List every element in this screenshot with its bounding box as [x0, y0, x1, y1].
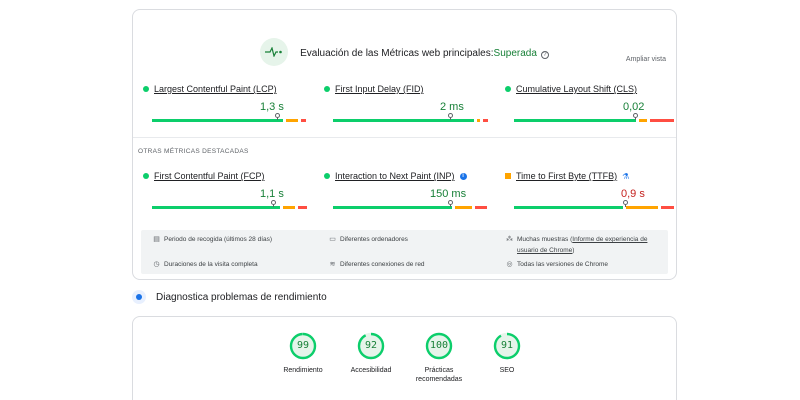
distribution-segment-average: [477, 119, 481, 122]
metric-fcp-value: 1,1 s: [260, 188, 284, 200]
distribution-segment-poor: [483, 119, 489, 122]
percentile-marker-icon: [632, 113, 638, 120]
metric-ttfb: Time to First Byte (TTFB) ⚗: [505, 171, 665, 181]
metric-inp-label[interactable]: Interaction to Next Paint (INP): [335, 171, 455, 181]
info-network: ≋ Diferentes conexiones de red: [329, 261, 425, 268]
users-icon: ⁂: [506, 236, 513, 243]
gauge-accessibility-label: Accesibilidad: [350, 367, 392, 374]
distribution-segment-good: [514, 119, 636, 122]
wifi-icon: ≋: [329, 261, 336, 268]
cwv-header: Evaluación de las Métricas web principal…: [133, 38, 676, 66]
distribution-segment-average: [286, 119, 298, 122]
info-duration: ◷ Duraciones de la visita completa: [153, 261, 258, 268]
gauge-accessibility-score: 92: [364, 340, 378, 351]
metric-fcp-label[interactable]: First Contentful Paint (FCP): [154, 171, 265, 181]
metric-ttfb-value: 0,9 s: [621, 188, 645, 200]
expand-view-link[interactable]: Ampliar vista: [626, 56, 666, 63]
info-period: ▤ Periodo de recogida (últimos 28 días): [153, 236, 273, 243]
gauge-best-practices-score: 100: [429, 340, 449, 351]
flask-icon: ⚗: [622, 171, 630, 181]
metric-inp-distribution-bar: [333, 200, 493, 209]
info-icon[interactable]: i: [459, 172, 467, 180]
gauge-performance-score: 99: [296, 340, 310, 351]
metric-ttfb-label[interactable]: Time to First Byte (TTFB): [516, 171, 617, 181]
gauge-best-practices[interactable]: 100 Prácticas recomendadas: [408, 332, 470, 384]
good-indicator-icon: [505, 86, 511, 92]
distribution-segment-average: [283, 206, 295, 209]
metric-inp: Interaction to Next Paint (INP) i: [324, 171, 484, 181]
metric-inp-value: 150 ms: [430, 188, 467, 200]
metric-fid-label[interactable]: First Input Delay (FID): [335, 84, 424, 94]
diagnose-icon: [132, 290, 146, 304]
metric-cls-value: 0,02: [623, 101, 645, 113]
info-samples: ⁂ Muchas muestras (Informe de experiencia…: [506, 236, 648, 254]
cwv-title: Evaluación de las Métricas web principal…: [300, 48, 494, 59]
other-metrics-heading: OTRAS MÉTRICAS DESTACADAS: [138, 148, 249, 155]
gauge-seo-label: SEO: [499, 367, 515, 374]
diagnose-title: Diagnostica problemas de rendimiento: [156, 291, 327, 303]
distribution-segment-good: [152, 119, 284, 122]
distribution-segment-average: [638, 119, 647, 122]
average-indicator-icon: [505, 173, 511, 179]
core-web-vitals-card: Evaluación de las Métricas web principal…: [132, 9, 677, 280]
distribution-segment-average: [626, 206, 659, 209]
pulse-icon: [260, 38, 289, 66]
lighthouse-scores-card: 99 Rendimiento 92 Accesibilidad 100 Prác…: [132, 316, 677, 400]
timer-icon: ◷: [153, 261, 160, 268]
gauge-performance-label: Rendimiento: [283, 367, 323, 374]
metric-fid-value: 2 ms: [440, 101, 464, 113]
percentile-marker-icon: [275, 113, 281, 120]
data-info-box: ▤ Periodo de recogida (últimos 28 días) ▭…: [141, 230, 668, 274]
metric-fid-distribution-bar: [333, 113, 493, 122]
metric-fid: First Input Delay (FID): [324, 84, 484, 94]
metric-fcp-distribution-bar: [152, 200, 312, 209]
section-divider: [133, 137, 676, 138]
good-indicator-icon: [143, 173, 149, 179]
metric-lcp-label[interactable]: Largest Contentful Paint (LCP): [154, 84, 277, 94]
distribution-segment-good: [333, 119, 474, 122]
metric-lcp-value: 1,3 s: [260, 101, 284, 113]
metric-cls-distribution-bar: [514, 113, 674, 122]
gauge-seo[interactable]: 91 SEO: [477, 332, 537, 375]
info-chrome: ◎ Todas las versiones de Chrome: [506, 261, 609, 268]
metric-cls: Cumulative Layout Shift (CLS): [505, 84, 665, 94]
calendar-icon: ▤: [153, 236, 160, 243]
distribution-segment-poor: [650, 119, 674, 122]
percentile-marker-icon: [448, 113, 454, 120]
distribution-segment-average: [454, 206, 473, 209]
good-indicator-icon: [324, 173, 330, 179]
distribution-segment-poor: [300, 119, 306, 122]
gauge-best-practices-label: Prácticas recomendadas: [415, 367, 463, 383]
metric-cls-label[interactable]: Cumulative Layout Shift (CLS): [516, 84, 637, 94]
percentile-marker-icon: [448, 200, 454, 207]
distribution-segment-poor: [475, 206, 487, 209]
gauge-seo-score: 91: [500, 340, 514, 351]
metric-lcp-distribution-bar: [152, 113, 312, 122]
info-devices: ▭ Diferentes ordenadores: [329, 236, 408, 243]
cwv-status: Superada: [493, 48, 537, 59]
diagnose-header: Diagnostica problemas de rendimiento: [132, 290, 327, 304]
distribution-segment-good: [514, 206, 623, 209]
percentile-marker-icon: [270, 200, 276, 207]
gauge-performance[interactable]: 99 Rendimiento: [273, 332, 333, 375]
desktop-icon: ▭: [329, 236, 336, 243]
gauge-accessibility[interactable]: 92 Accesibilidad: [341, 332, 401, 375]
good-indicator-icon: [143, 86, 149, 92]
metric-ttfb-distribution-bar: [514, 200, 674, 209]
help-icon[interactable]: ?: [540, 51, 549, 59]
chrome-icon: ◎: [506, 261, 513, 268]
distribution-segment-poor: [297, 206, 308, 209]
good-indicator-icon: [324, 86, 330, 92]
distribution-segment-poor: [661, 206, 674, 209]
percentile-marker-icon: [623, 200, 628, 207]
distribution-segment-good: [152, 206, 281, 209]
metric-fcp: First Contentful Paint (FCP): [143, 171, 303, 181]
distribution-segment-good: [333, 206, 452, 209]
metric-lcp: Largest Contentful Paint (LCP): [143, 84, 303, 94]
